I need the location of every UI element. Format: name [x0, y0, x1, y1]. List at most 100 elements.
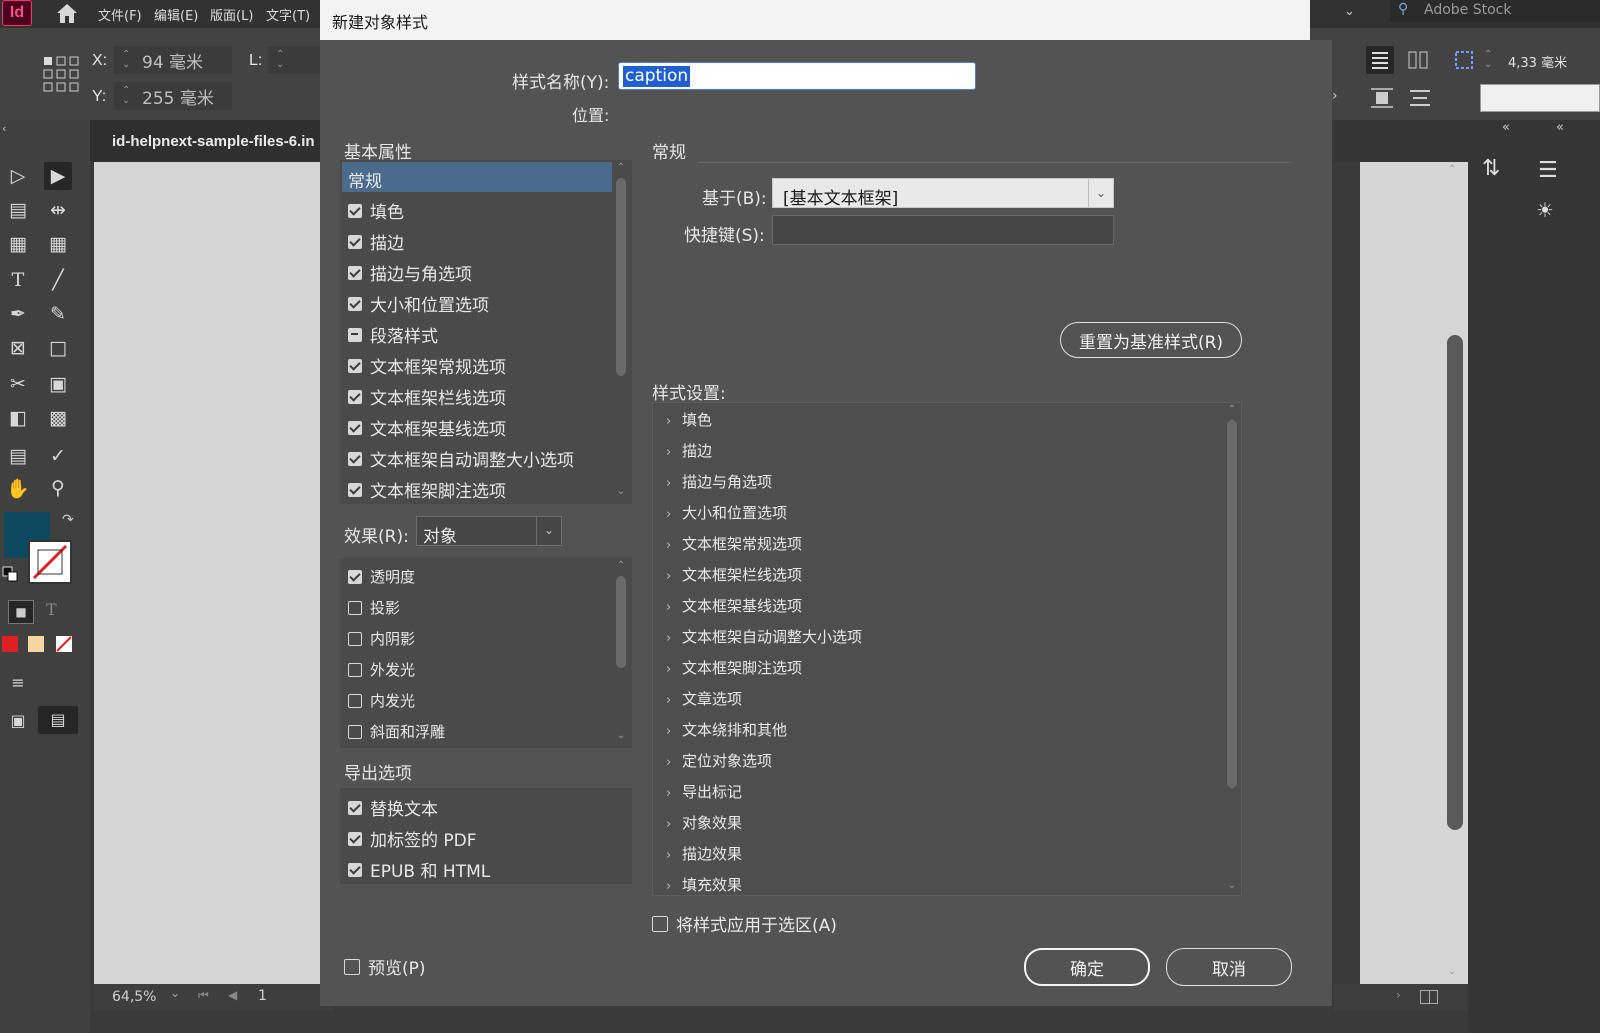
basic-attr-checkbox[interactable] — [348, 234, 362, 249]
basic-attr-checkbox[interactable] — [348, 389, 362, 404]
expand-chevron-icon[interactable]: › — [666, 569, 682, 584]
page-number-field[interactable]: 1 — [258, 988, 267, 1004]
basic-attr-row[interactable]: 文本框架常规选项 — [348, 353, 506, 378]
menu-edit[interactable]: 编辑(E) — [154, 5, 198, 24]
screen-mode-normal-icon[interactable]: ▣ — [4, 706, 32, 734]
right-size-value[interactable]: 4,33 毫米 — [1508, 52, 1567, 71]
stroke-weight-field[interactable] — [1480, 84, 1600, 112]
expand-chevron-icon[interactable]: › — [666, 693, 682, 708]
style-setting-row[interactable]: › 描边与角选项 — [666, 471, 772, 492]
stock-search[interactable]: ⚲ Adobe Stock — [1390, 0, 1600, 22]
settings-scroll-thumb[interactable] — [1227, 420, 1237, 788]
reference-point-icon[interactable] — [43, 56, 79, 92]
align-icon[interactable] — [1366, 46, 1394, 74]
style-setting-row[interactable]: › 导出标记 — [666, 781, 742, 802]
apply-to-selection-checkbox[interactable]: 将样式应用于选区(A) — [652, 911, 837, 936]
based-on-select[interactable]: [基本文本框架] ⌄ — [772, 178, 1114, 209]
style-setting-row[interactable]: › 描边 — [666, 440, 712, 461]
expand-chevron-icon[interactable]: › — [666, 445, 682, 460]
pages-panel-icon[interactable]: ⇅ — [1482, 156, 1500, 181]
zoom-tool-icon[interactable]: ⚲ — [44, 474, 72, 502]
expand-chevron-icon[interactable]: › — [666, 755, 682, 770]
style-setting-row[interactable]: › 文本框架栏线选项 — [666, 564, 802, 585]
direct-selection-tool-icon[interactable]: ▶ — [44, 162, 72, 190]
text-wrap-icon[interactable] — [1368, 86, 1396, 110]
basic-list-scroll-down-icon[interactable]: ⌄ — [615, 486, 627, 497]
type-tool-icon[interactable]: T — [4, 266, 32, 294]
x-stepper-icon[interactable]: ⌃ ⌄ — [122, 50, 130, 70]
l-stepper-icon[interactable]: ⌃ ⌄ — [276, 50, 284, 70]
effects-select[interactable]: 对象 ⌄ — [416, 516, 562, 547]
style-setting-row[interactable]: › 文本框架基线选项 — [666, 595, 802, 616]
settings-scroll-down-icon[interactable]: ⌄ — [1226, 880, 1238, 891]
collapse-tools-icon[interactable]: ‹ — [2, 122, 6, 135]
size-stepper-icon[interactable]: ⌃ ⌄ — [1484, 50, 1492, 70]
gradient-tool-icon[interactable]: ◧ — [4, 404, 32, 432]
effects-scroll-thumb[interactable] — [616, 576, 626, 668]
eyedropper-tool-icon[interactable]: ✓ — [44, 442, 72, 470]
reset-to-base-button[interactable]: 重置为基准样式(R) — [1060, 322, 1242, 358]
basic-attr-checkbox[interactable] — [348, 265, 362, 280]
l-field[interactable]: ⌃ ⌄ — [268, 46, 320, 74]
apply-color-icon[interactable] — [2, 636, 18, 652]
effect-row[interactable]: 内阴影 — [348, 628, 415, 649]
columns-icon[interactable] — [1404, 46, 1432, 74]
cancel-button[interactable]: 取消 — [1166, 948, 1292, 986]
effect-checkbox[interactable] — [348, 631, 362, 646]
apply-to-selection-box[interactable] — [652, 915, 668, 932]
basic-attr-row[interactable]: 大小和位置选项 — [348, 291, 489, 316]
export-option-row[interactable]: 替换文本 — [348, 795, 438, 820]
stroke-swatch[interactable] — [28, 540, 72, 584]
view-mode-icon[interactable]: ≡ — [4, 668, 32, 696]
formatting-container-icon[interactable]: ■ — [8, 600, 34, 624]
apply-gradient-icon[interactable] — [28, 636, 44, 652]
gradient-feather-tool-icon[interactable]: ▩ — [44, 404, 72, 432]
basic-attr-row[interactable]: 常规 — [348, 167, 382, 192]
style-setting-row[interactable]: › 定位对象选项 — [666, 750, 772, 771]
rectangle-tool-icon[interactable]: □ — [44, 334, 72, 362]
effect-row[interactable]: 内发光 — [348, 690, 415, 711]
workspace-chevron-icon[interactable]: ⌄ — [1344, 4, 1355, 19]
effect-row[interactable]: 投影 — [348, 597, 400, 618]
effect-row[interactable]: 斜面和浮雕 — [348, 721, 445, 742]
zoom-dropdown-icon[interactable]: ⌄ — [170, 986, 180, 1000]
line-tool-icon[interactable]: ╱ — [44, 266, 72, 294]
basic-attr-row[interactable]: 段落样式 — [348, 322, 438, 347]
zoom-value[interactable]: 64,5% — [112, 989, 156, 1005]
note-tool-icon[interactable]: ▤ — [4, 442, 32, 470]
style-setting-row[interactable]: › 描边效果 — [666, 843, 742, 864]
basic-list-scroll-thumb[interactable] — [616, 178, 626, 376]
pen-tool-icon[interactable]: ✒ — [4, 300, 32, 328]
basic-attr-checkbox[interactable] — [348, 327, 362, 342]
color-panel-icon[interactable]: ☀ — [1536, 198, 1554, 222]
basic-attr-checkbox[interactable] — [348, 451, 362, 466]
content-collector-icon[interactable]: ▦ — [4, 230, 32, 258]
export-option-row[interactable]: 加标签的 PDF — [348, 826, 477, 851]
ok-button[interactable]: 确定 — [1024, 948, 1150, 986]
effects-scroll-up-icon[interactable]: ⌃ — [615, 560, 627, 571]
basic-attr-row[interactable]: 文本框架脚注选项 — [348, 477, 506, 502]
split-window-icon[interactable] — [1420, 990, 1438, 1004]
menu-file[interactable]: 文件(F) — [98, 5, 142, 24]
basic-attr-checkbox[interactable] — [348, 482, 362, 497]
expand-chevron-icon[interactable]: › — [666, 631, 682, 646]
screen-mode-preview-icon[interactable]: ▤ — [38, 706, 78, 734]
effect-checkbox[interactable] — [348, 724, 362, 739]
scissors-tool-icon[interactable]: ✂ — [4, 370, 32, 398]
effect-checkbox[interactable] — [348, 600, 362, 615]
preview-checkbox-box[interactable] — [344, 958, 360, 975]
expand-chevron-icon[interactable]: › — [666, 476, 682, 491]
x-field[interactable]: ⌃ ⌄ 94 毫米 — [114, 46, 232, 74]
y-stepper-icon[interactable]: ⌃ ⌄ — [122, 86, 130, 106]
rectangle-frame-tool-icon[interactable]: ⊠ — [4, 334, 32, 362]
gap-tool-icon[interactable]: ⇹ — [44, 196, 72, 224]
expand-chevron-icon[interactable]: › — [666, 600, 682, 615]
default-colors-icon[interactable] — [2, 566, 18, 582]
canvas-scroll-down-icon[interactable]: ⌄ — [1448, 966, 1456, 977]
expand-chevron-icon[interactable]: › — [666, 662, 682, 677]
vertical-justify-icon[interactable] — [1406, 86, 1434, 110]
y-field[interactable]: ⌃ ⌄ 255 毫米 — [114, 82, 232, 110]
style-setting-row[interactable]: › 文本框架脚注选项 — [666, 657, 802, 678]
style-setting-row[interactable]: › 填充效果 — [666, 874, 742, 895]
style-setting-row[interactable]: › 填色 — [666, 409, 712, 430]
